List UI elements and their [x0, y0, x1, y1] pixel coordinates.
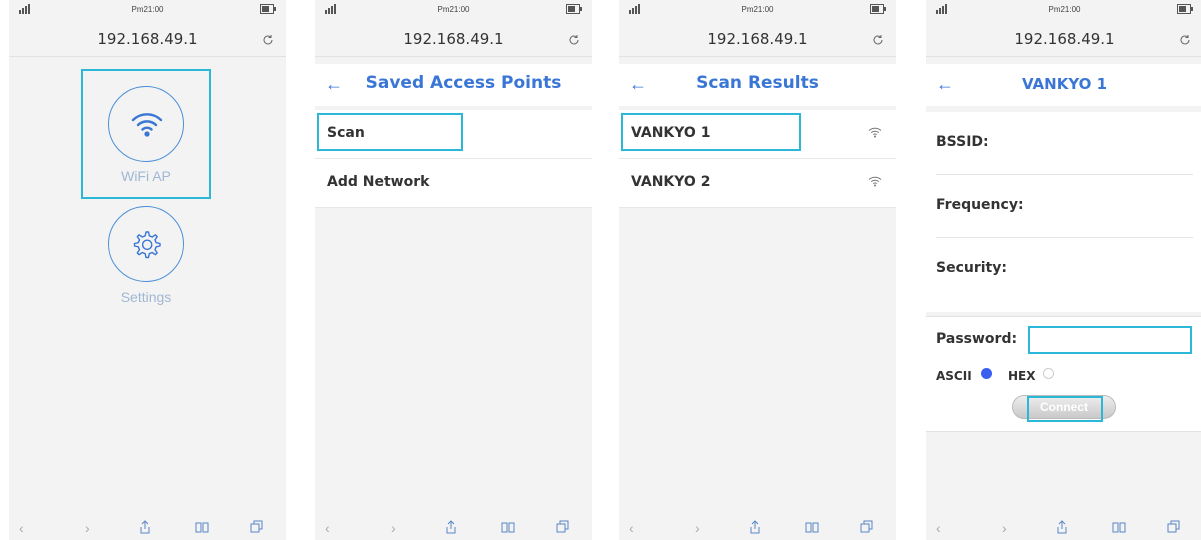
bssid-label: BSSID:: [936, 134, 989, 150]
connect-button[interactable]: Connect: [1012, 395, 1116, 419]
url-text: 192.168.49.1: [707, 30, 808, 48]
address-bar[interactable]: 192.168.49.1: [619, 22, 896, 57]
forward-nav-icon[interactable]: ›: [85, 520, 90, 536]
back-nav-icon[interactable]: ‹: [19, 520, 24, 536]
url-text: 192.168.49.1: [97, 30, 198, 48]
status-bar: Pm21:00: [619, 0, 896, 22]
page-header: ← Saved Access Points: [315, 64, 592, 106]
bssid-row: BSSID:: [936, 112, 1193, 175]
bookmarks-icon[interactable]: [501, 520, 515, 539]
page-header: ← VANKYO 1: [926, 64, 1201, 106]
wifi-icon: [131, 109, 163, 144]
share-icon[interactable]: [445, 520, 457, 539]
wifi-ap-button[interactable]: [108, 86, 184, 162]
password-label: Password:: [936, 331, 1018, 347]
list-item-network[interactable]: VANKYO 2: [619, 159, 896, 208]
hex-radio[interactable]: [1043, 368, 1054, 379]
password-input[interactable]: [1028, 326, 1192, 354]
share-icon[interactable]: [1056, 520, 1068, 539]
tabs-icon[interactable]: [860, 520, 874, 539]
reload-icon[interactable]: [872, 33, 884, 51]
settings-button[interactable]: [108, 206, 184, 282]
scan-results-list: VANKYO 1 VANKYO 2: [619, 110, 896, 208]
share-icon[interactable]: [749, 520, 761, 539]
battery-icon: [870, 4, 886, 16]
list-item-label: Add Network: [327, 174, 430, 190]
bookmarks-icon[interactable]: [195, 520, 209, 539]
status-bar: Pm21:00: [9, 0, 286, 22]
list-item-label: Scan: [327, 125, 365, 141]
connect-button-label: Connect: [1040, 400, 1088, 414]
list-item-network[interactable]: VANKYO 1: [619, 110, 896, 159]
frequency-row: Frequency:: [936, 175, 1193, 238]
reload-icon[interactable]: [262, 33, 274, 51]
browser-toolbar: ‹ ›: [926, 516, 1201, 540]
bookmarks-icon[interactable]: [1112, 520, 1126, 539]
wifi-ap-label: WiFi AP: [121, 168, 171, 184]
tabs-icon[interactable]: [250, 520, 264, 539]
ascii-radio[interactable]: [981, 368, 992, 379]
tabs-icon[interactable]: [556, 520, 570, 539]
address-bar[interactable]: 192.168.49.1: [926, 22, 1201, 57]
connect-form: Password: ASCII HEX Connect: [926, 316, 1201, 432]
network-name: VANKYO 2: [631, 174, 711, 190]
forward-nav-icon[interactable]: ›: [695, 520, 700, 536]
forward-nav-icon[interactable]: ›: [391, 520, 396, 536]
list-item-add-network[interactable]: Add Network: [315, 159, 592, 208]
ascii-label: ASCII: [936, 369, 972, 383]
back-nav-icon[interactable]: ‹: [325, 520, 330, 536]
status-time: Pm21:00: [131, 5, 164, 14]
reload-icon[interactable]: [568, 33, 580, 51]
network-info-panel: BSSID: Frequency: Security:: [926, 112, 1201, 312]
page-header: ← Scan Results: [619, 64, 896, 106]
status-time: Pm21:00: [741, 5, 774, 14]
access-point-list: Scan Add Network: [315, 110, 592, 208]
page-title: VANKYO 1: [1021, 75, 1108, 93]
status-time: Pm21:00: [437, 5, 470, 14]
security-row: Security:: [936, 238, 1193, 300]
phone-screen-home: Pm21:00 192.168.49.1 WiFi AP Settings ‹ …: [9, 0, 286, 540]
network-name: VANKYO 1: [631, 125, 711, 141]
list-item-scan[interactable]: Scan: [315, 110, 592, 159]
url-text: 192.168.49.1: [1014, 30, 1115, 48]
url-text: 192.168.49.1: [403, 30, 504, 48]
reload-icon[interactable]: [1179, 33, 1191, 51]
phone-screen-network-detail: Pm21:00 192.168.49.1 ← VANKYO 1 BSSID: F…: [926, 0, 1201, 540]
hex-label: HEX: [1008, 369, 1036, 383]
back-nav-icon[interactable]: ‹: [936, 520, 941, 536]
bookmarks-icon[interactable]: [805, 520, 819, 539]
tabs-icon[interactable]: [1167, 520, 1181, 539]
battery-icon: [1177, 4, 1193, 16]
phone-screen-saved-access-points: Pm21:00 192.168.49.1 ← Saved Access Poin…: [315, 0, 592, 540]
battery-icon: [566, 4, 582, 16]
wifi-signal-icon: [868, 174, 882, 192]
gear-icon: [131, 229, 161, 264]
status-bar: Pm21:00: [926, 0, 1201, 22]
browser-toolbar: ‹ ›: [619, 516, 896, 540]
share-icon[interactable]: [139, 520, 151, 539]
page-title: Scan Results: [696, 73, 819, 93]
status-bar: Pm21:00: [315, 0, 592, 22]
phone-screen-scan-results: Pm21:00 192.168.49.1 ← Scan Results VANK…: [619, 0, 896, 540]
frequency-label: Frequency:: [936, 197, 1024, 213]
page-title: Saved Access Points: [365, 73, 562, 93]
back-nav-icon[interactable]: ‹: [629, 520, 634, 536]
forward-nav-icon[interactable]: ›: [1002, 520, 1007, 536]
address-bar[interactable]: 192.168.49.1: [9, 22, 286, 57]
security-label: Security:: [936, 260, 1007, 276]
browser-toolbar: ‹ ›: [9, 516, 286, 540]
wifi-signal-icon: [868, 125, 882, 143]
status-time: Pm21:00: [1048, 5, 1081, 14]
browser-toolbar: ‹ ›: [315, 516, 592, 540]
settings-label: Settings: [120, 289, 172, 305]
battery-icon: [260, 4, 276, 16]
address-bar[interactable]: 192.168.49.1: [315, 22, 592, 57]
